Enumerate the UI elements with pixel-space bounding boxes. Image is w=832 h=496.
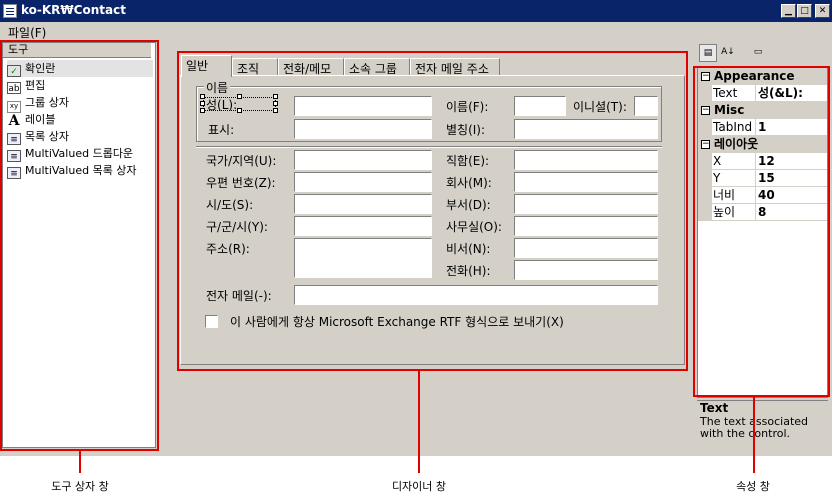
menu-file[interactable]: 파일(F) bbox=[8, 24, 46, 41]
properties-caption: 속성 창 bbox=[736, 480, 770, 493]
description-pane: Text The text associated with the contro… bbox=[697, 400, 828, 454]
title-bar: ko-KR₩Contact ▁ □ ✕ bbox=[0, 0, 832, 22]
designer-caption: 디자이너 창 bbox=[391, 480, 447, 493]
categorized-icon[interactable]: ▤ bbox=[699, 44, 717, 62]
designer-callout-line bbox=[418, 371, 420, 473]
property-pages-icon[interactable]: ▭ bbox=[749, 44, 767, 62]
description-title: Text bbox=[700, 401, 729, 415]
properties-callout-line bbox=[753, 397, 755, 473]
window-title: ko-KR₩Contact bbox=[21, 3, 126, 17]
designer-highlight bbox=[177, 51, 688, 371]
toolbox-caption: 도구 상자 창 bbox=[51, 480, 109, 493]
toolbox-highlight bbox=[0, 40, 159, 451]
menu-bar: 파일(F) bbox=[0, 22, 832, 40]
description-body: The text associated with the control. bbox=[700, 415, 809, 440]
minimize-button[interactable]: ▁ bbox=[781, 4, 796, 18]
sort-alphabetical-icon[interactable]: A↓ bbox=[719, 44, 737, 62]
close-button[interactable]: ✕ bbox=[815, 4, 830, 18]
tab-general[interactable]: 일반 bbox=[181, 55, 232, 77]
app-icon bbox=[3, 4, 17, 18]
maximize-button[interactable]: □ bbox=[797, 4, 812, 18]
toolbox-callout-line bbox=[79, 451, 81, 473]
properties-highlight bbox=[693, 66, 830, 397]
